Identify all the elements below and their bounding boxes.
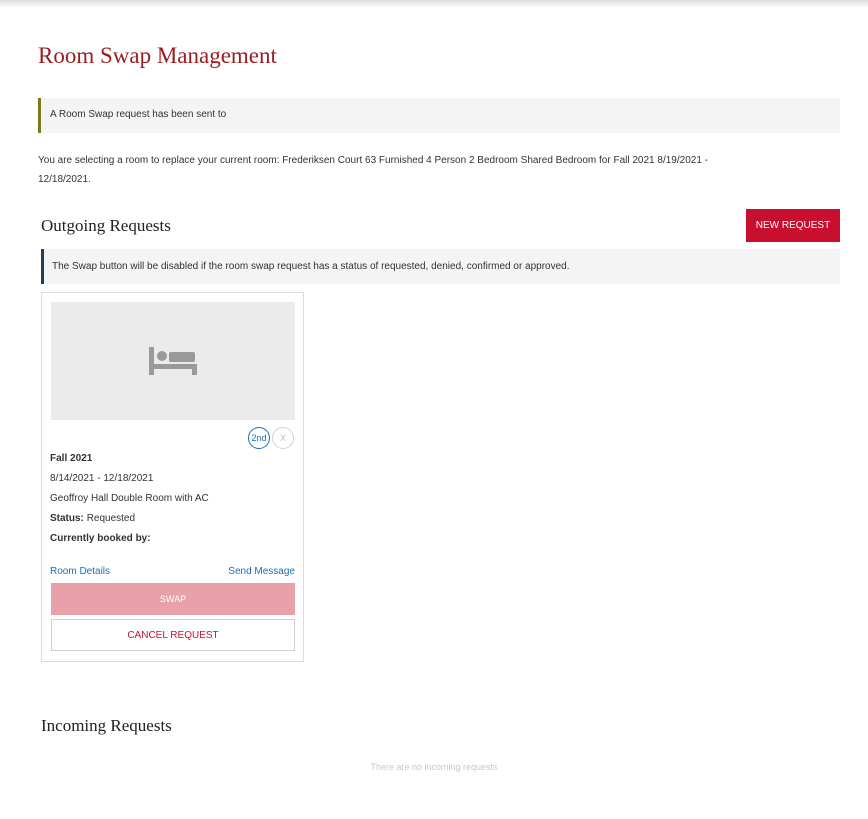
remove-preference-icon[interactable]: X: [272, 427, 294, 449]
bed-icon: [149, 347, 197, 375]
swap-button[interactable]: SWAP: [51, 583, 295, 615]
request-sent-alert: A Room Swap request has been sent to: [38, 98, 840, 133]
card-status: Status: Requested: [50, 513, 135, 524]
send-message-link[interactable]: Send Message: [228, 566, 295, 577]
swap-disabled-alert: The Swap button will be disabled if the …: [41, 249, 840, 284]
current-room-info-line1: You are selecting a room to replace your…: [38, 155, 708, 166]
swap-disabled-text: The Swap button will be disabled if the …: [52, 261, 570, 272]
card-term: Fall 2021: [50, 453, 93, 464]
page-title: Room Swap Management: [38, 43, 277, 68]
top-shadow: [0, 0, 868, 8]
incoming-requests-title: Incoming Requests: [41, 716, 172, 735]
room-image-placeholder: [51, 302, 295, 420]
cancel-request-button[interactable]: CANCEL REQUEST: [51, 619, 295, 651]
outgoing-request-card: 2nd X Fall 2021 8/14/2021 - 12/18/2021 G…: [41, 292, 304, 662]
outgoing-requests-title: Outgoing Requests: [41, 216, 171, 235]
card-dates: 8/14/2021 - 12/18/2021: [50, 473, 154, 484]
preference-rank-badge[interactable]: 2nd: [248, 427, 270, 449]
current-room-info-line2: 12/18/2021.: [38, 174, 91, 185]
no-incoming-requests-text: There are no incoming requests: [370, 762, 498, 772]
room-details-link[interactable]: Room Details: [50, 566, 110, 577]
new-request-button[interactable]: NEW REQUEST: [746, 209, 840, 242]
card-room-name: Geoffroy Hall Double Room with AC: [50, 493, 209, 504]
current-room-info: You are selecting a room to replace your…: [38, 151, 838, 189]
request-sent-text: A Room Swap request has been sent to: [50, 109, 227, 120]
status-label: Status:: [50, 513, 84, 524]
status-value: Requested: [86, 513, 136, 524]
currently-booked-label: Currently booked by:: [50, 533, 151, 544]
